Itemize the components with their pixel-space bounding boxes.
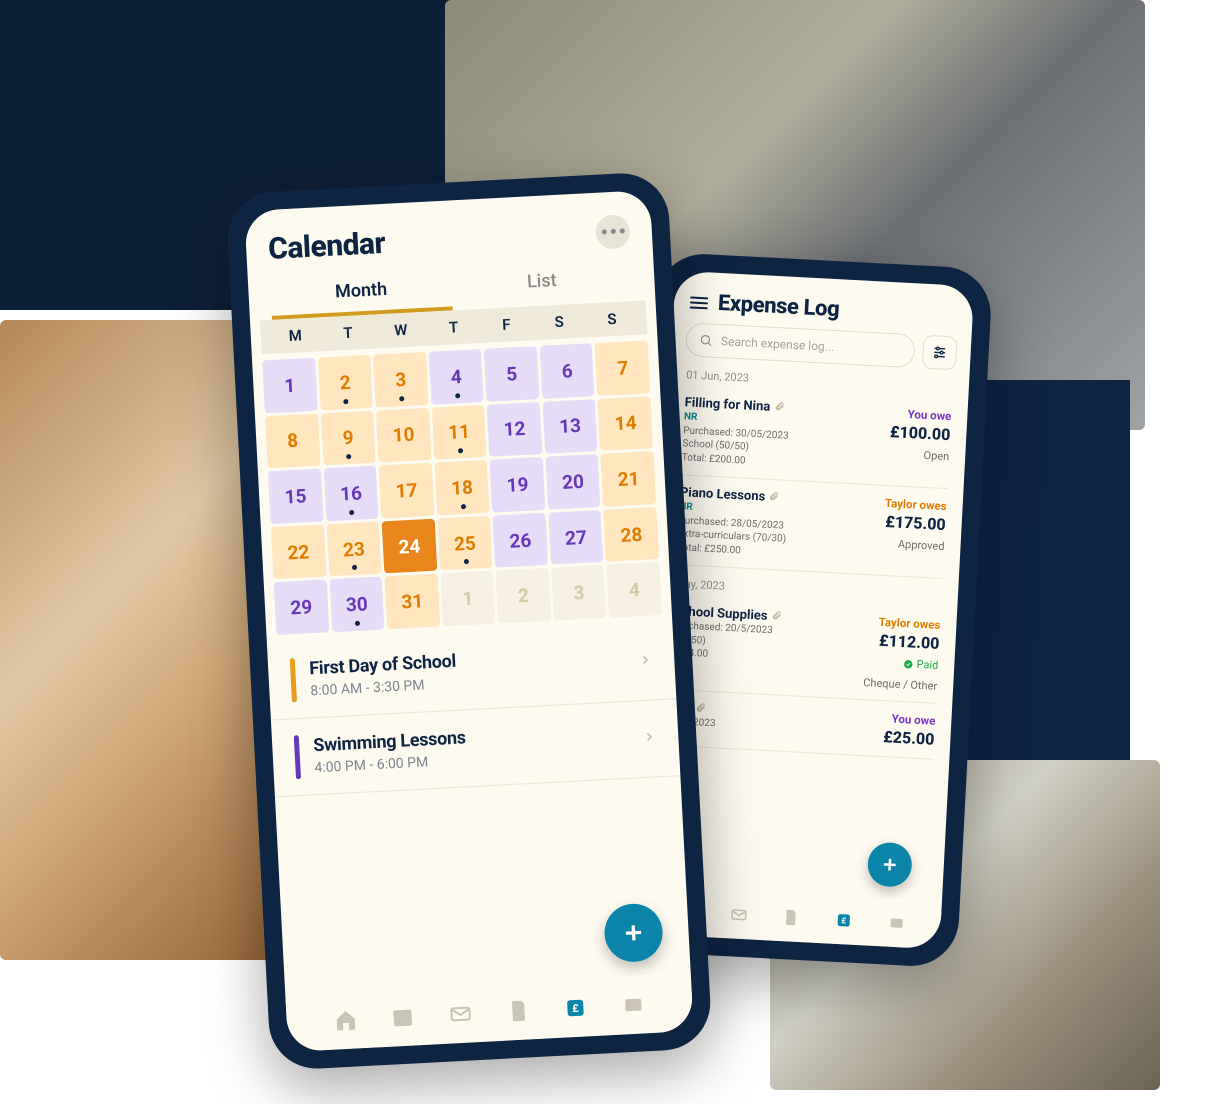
expense-title: Expense Log xyxy=(717,291,840,322)
calendar-day[interactable]: 17 xyxy=(379,463,434,518)
nav-doc-icon[interactable] xyxy=(504,996,533,1025)
chevron-right-icon xyxy=(642,729,657,749)
calendar-day[interactable]: 25 xyxy=(437,516,492,571)
expense-entry[interactable]: School Supplies Purchased: 20/5/2023 (50… xyxy=(670,594,942,703)
calendar-day[interactable]: 26 xyxy=(493,513,548,568)
calendar-day[interactable]: 19 xyxy=(490,457,545,512)
nav-pound-icon[interactable]: £ xyxy=(833,910,854,931)
calendar-day[interactable]: 12 xyxy=(487,402,542,457)
calendar-day[interactable]: 21 xyxy=(601,451,656,506)
dow-cell: S xyxy=(585,309,639,330)
expense-entry[interactable]: Piano Lessons NR Purchased: 28/05/2023 E… xyxy=(676,475,947,579)
expense-status: Open xyxy=(863,446,950,463)
sliders-icon xyxy=(931,344,948,361)
filter-button[interactable] xyxy=(922,335,958,371)
dow-cell: T xyxy=(427,317,481,338)
calendar-day[interactable]: 22 xyxy=(271,524,326,579)
nav-mail-icon[interactable] xyxy=(446,999,475,1028)
calendar-day[interactable]: 1 xyxy=(440,571,495,626)
chevron-right-icon xyxy=(638,652,653,672)
phone-calendar: Calendar Month List MTWTFSS 123456789101… xyxy=(225,171,712,1071)
add-expense-fab[interactable] xyxy=(867,842,913,888)
nav-calendar-icon[interactable] xyxy=(388,1002,417,1031)
calendar-day[interactable]: 2 xyxy=(496,568,551,623)
calendar-title: Calendar xyxy=(267,226,386,267)
calendar-day[interactable]: 8 xyxy=(265,413,320,468)
payment-method: Cheque / Other xyxy=(851,675,938,692)
calendar-day[interactable]: 4 xyxy=(429,349,484,404)
calendar-day[interactable]: 14 xyxy=(598,396,653,451)
calendar-day[interactable]: 3 xyxy=(373,352,428,407)
ellipsis-icon xyxy=(601,228,624,234)
plus-icon xyxy=(620,919,647,946)
expense-amount: £100.00 xyxy=(864,421,951,444)
plus-icon xyxy=(879,854,900,875)
calendar-day[interactable]: 31 xyxy=(385,574,440,629)
dow-cell: F xyxy=(480,314,534,335)
nav-card-icon[interactable] xyxy=(619,990,648,1019)
calendar-day[interactable]: 24 xyxy=(382,518,437,573)
nav-doc-icon[interactable] xyxy=(781,907,802,928)
calendar-day[interactable]: 18 xyxy=(434,460,489,515)
paperclip-icon xyxy=(774,400,785,416)
calendar-day[interactable]: 16 xyxy=(323,466,378,521)
dow-cell: T xyxy=(321,323,375,344)
calendar-day[interactable]: 20 xyxy=(545,454,600,509)
paperclip-icon xyxy=(771,609,782,625)
search-placeholder: Search expense log... xyxy=(721,334,835,354)
paperclip-icon xyxy=(769,490,780,506)
calendar-day[interactable]: 1 xyxy=(262,358,317,413)
calendar-day[interactable]: 6 xyxy=(540,343,595,398)
hamburger-menu-icon[interactable] xyxy=(690,296,709,309)
expense-status: Approved xyxy=(858,536,945,553)
expense-amount: £25.00 xyxy=(848,725,935,748)
paperclip-icon xyxy=(695,701,706,717)
dow-cell: W xyxy=(374,320,428,341)
calendar-day[interactable]: 29 xyxy=(274,580,329,635)
event-color-bar xyxy=(290,658,297,702)
calendar-day[interactable]: 27 xyxy=(548,510,603,565)
calendar-day[interactable]: 15 xyxy=(268,469,323,524)
nav-mail-icon[interactable] xyxy=(728,904,749,925)
calendar-grid: 1234567891011121314151617181920212223242… xyxy=(262,340,662,635)
calendar-day[interactable]: 13 xyxy=(543,399,598,454)
calendar-day[interactable]: 23 xyxy=(326,521,381,576)
calendar-day[interactable]: 4 xyxy=(607,562,662,617)
search-icon xyxy=(699,333,714,348)
nav-card-icon[interactable] xyxy=(886,913,907,934)
calendar-day[interactable]: 30 xyxy=(329,577,384,632)
dow-cell: M xyxy=(268,325,322,346)
calendar-day[interactable]: 3 xyxy=(551,565,606,620)
event-color-bar xyxy=(294,735,301,779)
calendar-day[interactable]: 2 xyxy=(318,355,373,410)
calendar-day[interactable]: 10 xyxy=(376,407,431,462)
calendar-day[interactable]: 7 xyxy=(595,340,650,395)
dow-cell: S xyxy=(532,311,586,332)
more-button[interactable] xyxy=(595,214,631,250)
calendar-day[interactable]: 9 xyxy=(320,410,375,465)
svg-text:£: £ xyxy=(841,916,847,926)
calendar-day[interactable]: 5 xyxy=(484,346,539,401)
paid-badge: Paid xyxy=(903,657,938,672)
calendar-day[interactable]: 28 xyxy=(604,507,659,562)
expense-amount: £175.00 xyxy=(859,511,946,534)
calendar-day[interactable]: 11 xyxy=(431,404,486,459)
nav-home-icon[interactable] xyxy=(331,1005,360,1034)
nav-pound-icon[interactable]: £ xyxy=(561,993,590,1022)
expense-entry[interactable]: Filling for Nina NR Purchased: 30/05/202… xyxy=(681,385,952,489)
expense-amount: £112.00 xyxy=(853,629,940,652)
svg-text:£: £ xyxy=(572,1002,580,1015)
